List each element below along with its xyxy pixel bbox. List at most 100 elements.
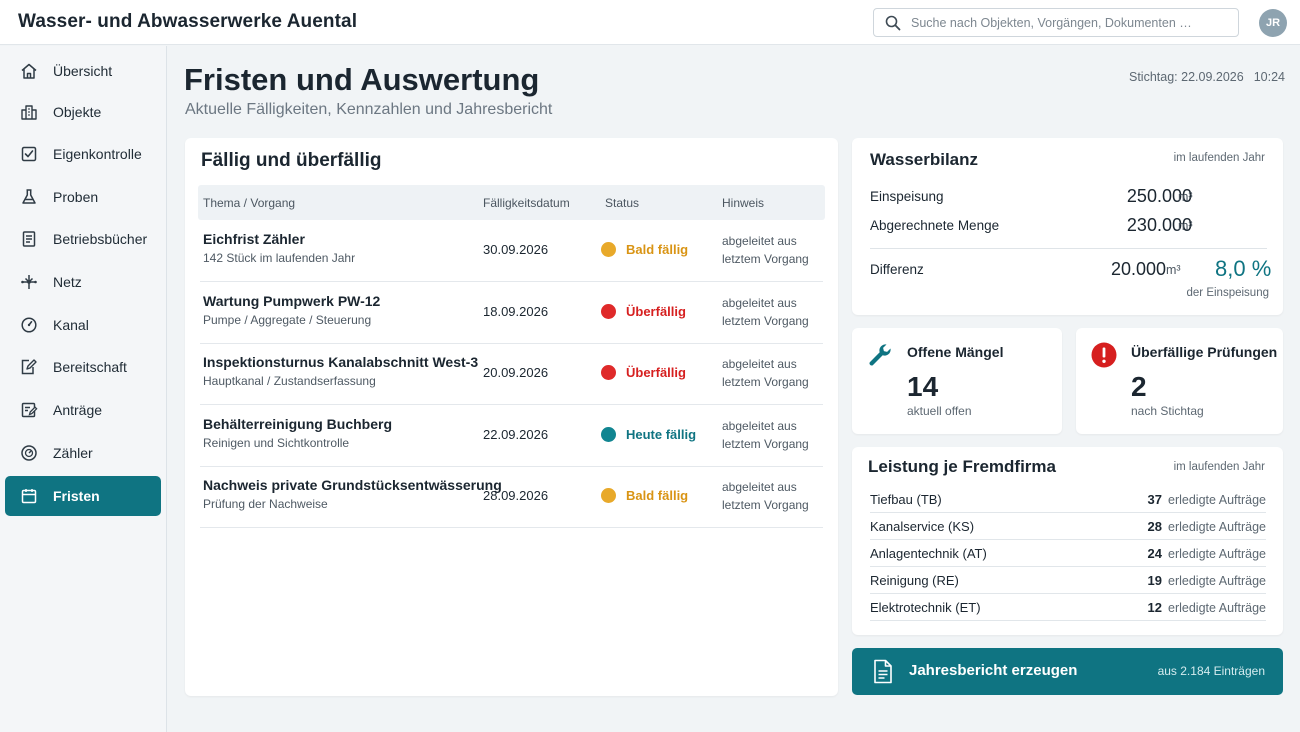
sidebar-item-netz[interactable]: Netz <box>5 262 161 302</box>
sidebar-item-betriebsbuecher[interactable]: Betriebsbücher <box>5 219 161 259</box>
table-row[interactable]: Nachweis private Grundstücksentwässerung… <box>200 466 823 528</box>
gauge-icon <box>21 317 37 333</box>
kpi-subtext: nach Stichtag <box>1131 404 1204 418</box>
wasserbilanz-period: im laufenden Jahr <box>1173 152 1265 164</box>
table-row[interactable]: Behälterreinigung Buchberg Reinigen und S… <box>200 405 823 467</box>
abgerechnet-label: Abgerechnete Menge <box>870 218 1000 233</box>
sidebar-item-proben[interactable]: Proben <box>5 177 161 217</box>
row-title: Eichfrist Zähler <box>203 231 305 247</box>
avatar[interactable]: JR <box>1259 9 1287 37</box>
firm-name: Tiefbau (TB) <box>870 492 942 507</box>
row-hint: abgeleitet aus letztem Vorgang <box>722 295 809 328</box>
sidebar-item-label: Proben <box>53 189 99 205</box>
current-time: 10:24 <box>1253 70 1285 84</box>
kpi-title: Überfällige Prüfungen <box>1131 344 1278 360</box>
kpi-value: 14 <box>907 371 939 402</box>
sidebar-item-kanal[interactable]: Kanal <box>5 305 161 345</box>
page-title: Fristen und Auswertung <box>184 62 540 97</box>
column-header-datum: Fälligkeitsdatum <box>483 196 570 210</box>
table-row[interactable]: Inspektionsturnus Kanalabschnitt West-3 H… <box>200 343 823 405</box>
einspeisung-unit: m³ <box>1178 190 1193 204</box>
differenz-value: 20.000 <box>1110 259 1166 279</box>
meter-icon <box>21 445 37 461</box>
differenz-unit: m³ <box>1166 263 1181 277</box>
differenz-percent: 8,0 % <box>1215 256 1272 281</box>
column-header-hinweis: Hinweis <box>722 196 765 210</box>
sidebar-item-objekte[interactable]: Objekte <box>5 92 161 132</box>
sidebar-item-antraege[interactable]: Anträge <box>5 390 161 430</box>
app-title: Wasser- und Abwasserwerke Auental <box>18 11 358 32</box>
firm-unit: erledigte Aufträge <box>1168 601 1266 615</box>
differenz-label: Differenz <box>870 262 924 277</box>
row-hint: abgeleitet aus letztem Vorgang <box>722 418 809 451</box>
stichtag: Stichtag: 22.09.2026 10:24 <box>1129 70 1295 84</box>
status-badge: Überfällig <box>626 365 686 380</box>
row-title: Nachweis private Grundstücksentwässerung <box>203 477 502 493</box>
search-input[interactable] <box>911 13 1231 33</box>
sidebar-item-label: Fristen <box>53 488 100 504</box>
column-header-status: Status <box>605 196 640 210</box>
firm-unit: erledigte Aufträge <box>1168 547 1266 561</box>
wasserbilanz-title: Wasserbilanz <box>870 150 979 169</box>
column-header-thema: Thema / Vorgang <box>203 196 296 210</box>
divider <box>870 248 1267 249</box>
status-badge: Bald fällig <box>626 488 689 503</box>
top-bar: Wasser- und Abwasserwerke Auental JR <box>0 0 1300 45</box>
row-hint: abgeleitet aus letztem Vorgang <box>722 480 809 512</box>
firm-count: 12 <box>1147 600 1162 615</box>
search-box[interactable] <box>873 8 1239 37</box>
due-card-title: Fällig und überfällig <box>201 150 382 171</box>
table-row[interactable]: Eichfrist Zähler 142 Stück im laufenden J… <box>200 220 823 282</box>
sidebar-item-label: Betriebsbücher <box>53 231 148 247</box>
sidebar-item-label: Übersicht <box>53 63 113 79</box>
jahresbericht-button[interactable]: Jahresbericht erzeugen aus 2.184 Einträg… <box>852 648 1283 695</box>
row-subtitle: Pumpe / Aggregate / Steuerung <box>203 312 372 327</box>
ueberfaellige-pruefungen-card[interactable]: Überfällige Prüfungen 2 nach Stichtag <box>1076 328 1283 434</box>
firm-name: Anlagentechnik (AT) <box>870 546 987 561</box>
row-title: Wartung Pumpwerk PW-12 <box>203 292 381 309</box>
list-item: Anlagentechnik (AT) 24 erledigte Aufträge <box>870 540 1266 567</box>
wasserbilanz-card: Wasserbilanz im laufenden Jahr Einspeisu… <box>852 138 1283 315</box>
percent-note: der Einspeisung <box>1186 287 1269 299</box>
due-date: 30.09.2026 <box>483 242 549 257</box>
row-hint: abgeleitet aus letztem Vorgang <box>722 357 809 389</box>
offene-maengel-card[interactable]: Offene Mängel 14 aktuell offen <box>852 328 1062 434</box>
list-item: Kanalservice (KS) 28 erledigte Aufträge <box>870 513 1266 540</box>
sidebar-item-zaehler[interactable]: Zähler <box>5 433 161 473</box>
firm-name: Reinigung (RE) <box>870 573 959 588</box>
search-icon <box>885 15 901 31</box>
status-dot <box>601 303 616 319</box>
status-badge: Bald fällig <box>626 242 689 257</box>
fremdfirma-title: Leistung je Fremdfirma <box>868 457 1056 476</box>
form-icon <box>21 402 38 418</box>
sidebar-item-label: Zähler <box>53 445 93 461</box>
document-icon <box>874 659 892 684</box>
list-item: Tiefbau (TB) 37 erledigte Aufträge <box>870 486 1266 513</box>
jahresbericht-note: aus 2.184 Einträgen <box>1157 664 1265 678</box>
status-dot <box>601 365 616 380</box>
due-date: 18.09.2026 <box>483 303 549 319</box>
row-title: Inspektionsturnus Kanalabschnitt West-3 <box>203 354 479 370</box>
abgerechnet-unit: m³ <box>1178 219 1193 233</box>
wrench-icon <box>869 344 891 366</box>
firm-name: Elektrotechnik (ET) <box>870 600 981 615</box>
firm-name: Kanalservice (KS) <box>870 519 975 534</box>
document-icon <box>22 231 36 247</box>
kpi-title: Offene Mängel <box>907 344 1004 360</box>
firm-unit: erledigte Aufträge <box>1168 574 1266 588</box>
sidebar-item-uebersicht[interactable]: Übersicht <box>5 51 161 91</box>
row-subtitle: Prüfung der Nachweise <box>203 497 328 511</box>
building-icon <box>21 105 37 120</box>
table-header: Thema / Vorgang Fälligkeitsdatum Status … <box>198 185 825 220</box>
due-card: Fällig und überfällig Thema / Vorgang Fä… <box>185 138 838 696</box>
flask-icon <box>22 189 36 204</box>
due-date: 22.09.2026 <box>483 426 549 442</box>
firm-unit: erledigte Aufträge <box>1168 493 1266 507</box>
sidebar-item-bereitschaft[interactable]: Bereitschaft <box>5 347 161 387</box>
sidebar-item-eigenkontrolle[interactable]: Eigenkontrolle <box>5 134 161 174</box>
sidebar-item-label: Anträge <box>53 402 103 418</box>
network-icon <box>21 275 37 289</box>
home-icon <box>21 63 37 79</box>
table-row[interactable]: Wartung Pumpwerk PW-12 Pumpe / Aggregate … <box>200 282 823 344</box>
sidebar-item-fristen[interactable]: Fristen <box>5 476 161 516</box>
